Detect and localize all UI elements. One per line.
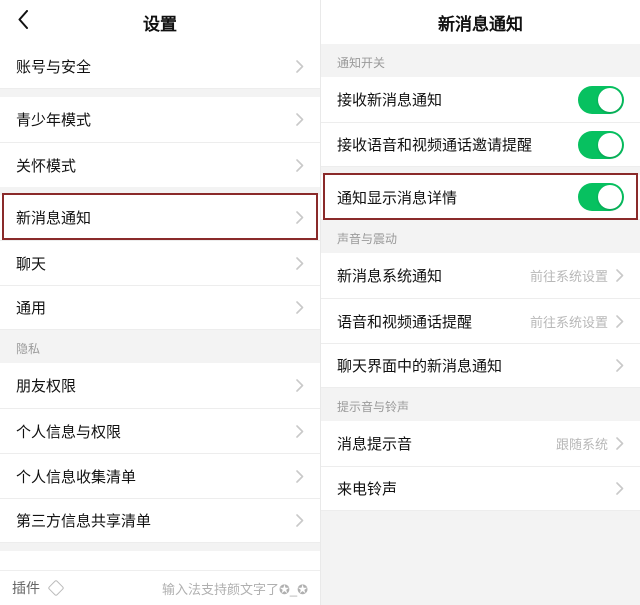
diamond-icon	[48, 580, 65, 597]
ime-tag-label: 插件	[12, 578, 40, 598]
row-label: 账号与安全	[16, 56, 91, 77]
chevron-right-icon	[616, 437, 624, 450]
row-label: 通知显示消息详情	[337, 187, 457, 208]
row-receive-new: 接收新消息通知	[321, 77, 640, 122]
chevron-right-icon	[616, 269, 624, 282]
ime-placeholder: 输入法支持颜文字了✪_✪	[72, 579, 308, 598]
ime-bar[interactable]: 插件 输入法支持颜文字了✪_✪	[0, 570, 320, 605]
row-personal-perms[interactable]: 个人信息与权限	[0, 408, 320, 453]
row-label: 接收语音和视频通话邀请提醒	[337, 134, 532, 155]
row-thirdparty-list[interactable]: 第三方信息共享清单	[0, 498, 320, 543]
row-label: 消息提示音	[337, 433, 412, 454]
row-label: 朋友权限	[16, 375, 76, 396]
back-button[interactable]	[8, 0, 38, 44]
chevron-right-icon	[296, 60, 304, 73]
row-personal-info-list[interactable]: 个人信息收集清单	[0, 453, 320, 498]
row-sys-notice[interactable]: 新消息系统通知 前往系统设置	[321, 253, 640, 298]
row-msg-sound[interactable]: 消息提示音 跟随系统	[321, 421, 640, 466]
page-title: 设置	[143, 10, 177, 35]
chevron-right-icon	[616, 359, 624, 372]
header: 新消息通知	[321, 0, 640, 44]
toggle-receive-new[interactable]	[578, 86, 624, 114]
row-label: 青少年模式	[16, 109, 91, 130]
row-label: 聊天	[16, 253, 46, 274]
section-switch: 通知开关	[321, 44, 640, 77]
chevron-right-icon	[616, 482, 624, 495]
row-general[interactable]: 通用	[0, 285, 320, 330]
row-label: 关怀模式	[16, 155, 76, 176]
row-label: 通用	[16, 297, 46, 318]
row-account-security[interactable]: 账号与安全	[0, 44, 320, 89]
chevron-right-icon	[296, 425, 304, 438]
row-chat[interactable]: 聊天	[0, 240, 320, 285]
row-label: 语音和视频通话提醒	[337, 311, 472, 332]
row-label: 第三方信息共享清单	[16, 510, 151, 531]
chevron-right-icon	[296, 514, 304, 527]
row-receive-voip: 接收语音和视频通话邀请提醒	[321, 122, 640, 167]
row-call-ring[interactable]: 来电铃声	[321, 466, 640, 511]
chevron-right-icon	[296, 470, 304, 483]
chevron-left-icon	[18, 10, 29, 34]
row-sublabel: 前往系统设置	[530, 312, 608, 331]
settings-panel: 设置 账号与安全 青少年模式 关怀模式 新消息通知 聊天 通	[0, 0, 320, 605]
row-label: 新消息通知	[16, 207, 91, 228]
row-friend-perms[interactable]: 朋友权限	[0, 363, 320, 408]
chevron-right-icon	[296, 113, 304, 126]
row-label: 聊天界面中的新消息通知	[337, 355, 502, 376]
row-new-message[interactable]: 新消息通知	[0, 195, 320, 240]
chevron-right-icon	[296, 211, 304, 224]
row-sublabel: 跟随系统	[556, 434, 608, 453]
header: 设置	[0, 0, 320, 44]
section-sound: 声音与震动	[321, 220, 640, 253]
row-in-chat[interactable]: 聊天界面中的新消息通知	[321, 343, 640, 388]
row-label: 新消息系统通知	[337, 265, 442, 286]
row-voip-remind[interactable]: 语音和视频通话提醒 前往系统设置	[321, 298, 640, 343]
row-label: 接收新消息通知	[337, 89, 442, 110]
page-title: 新消息通知	[438, 10, 523, 35]
row-youth-mode[interactable]: 青少年模式	[0, 97, 320, 142]
toggle-show-detail[interactable]	[578, 183, 624, 211]
row-care-mode[interactable]: 关怀模式	[0, 142, 320, 187]
notifications-panel: 新消息通知 通知开关 接收新消息通知 接收语音和视频通话邀请提醒 通知显示消息详…	[320, 0, 640, 605]
row-show-detail: 通知显示消息详情	[321, 175, 640, 220]
chevron-right-icon	[296, 379, 304, 392]
section-privacy: 隐私	[0, 330, 320, 363]
row-label: 个人信息收集清单	[16, 466, 136, 487]
section-tone: 提示音与铃声	[321, 388, 640, 421]
row-label: 来电铃声	[337, 478, 397, 499]
toggle-receive-voip[interactable]	[578, 131, 624, 159]
chevron-right-icon	[616, 315, 624, 328]
row-label: 个人信息与权限	[16, 421, 121, 442]
chevron-right-icon	[296, 301, 304, 314]
row-sublabel: 前往系统设置	[530, 266, 608, 285]
chevron-right-icon	[296, 159, 304, 172]
chevron-right-icon	[296, 257, 304, 270]
